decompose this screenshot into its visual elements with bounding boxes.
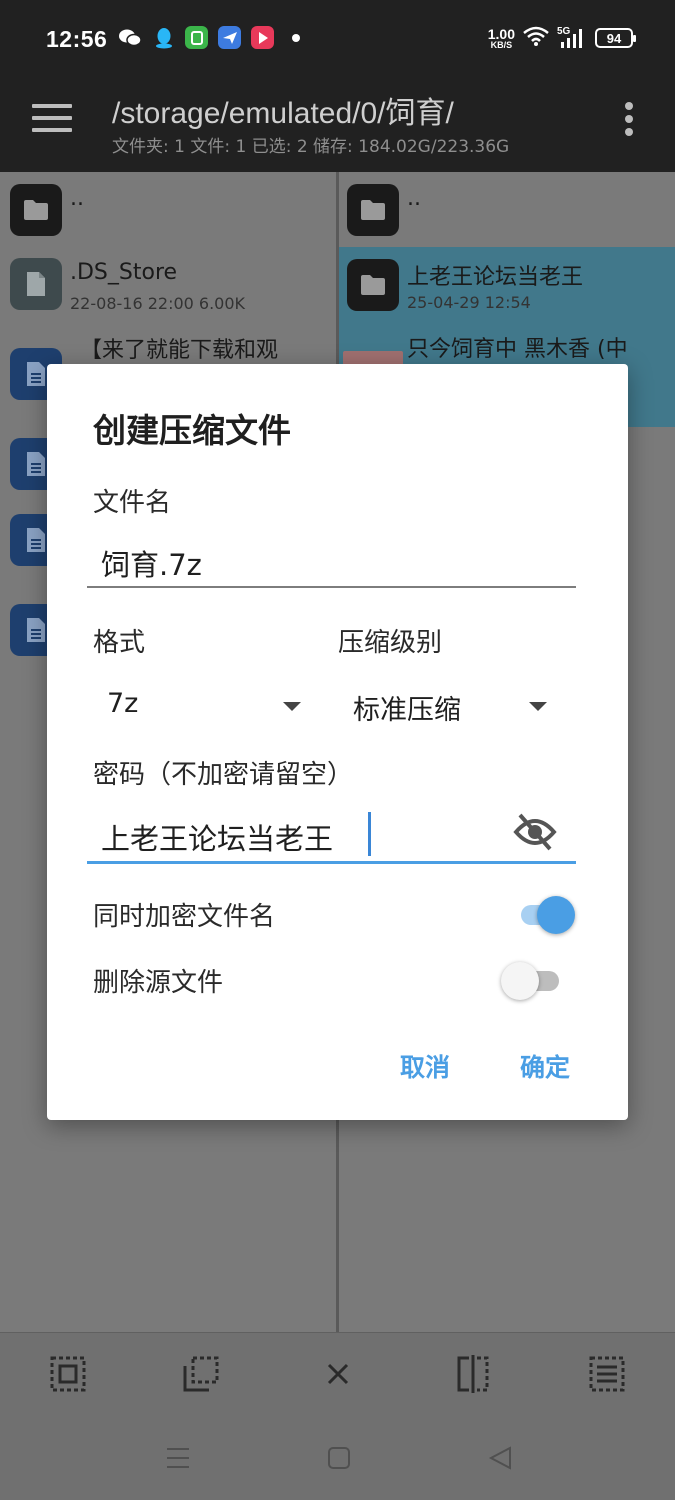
status-right: 1.00 KB/S 5G 94 bbox=[487, 25, 636, 50]
password-input[interactable]: 上老王论坛当老王 bbox=[101, 816, 333, 858]
folder-icon bbox=[10, 184, 62, 236]
folder-icon bbox=[347, 184, 399, 236]
dialog-title: 创建压缩文件 bbox=[93, 411, 291, 450]
file-icon bbox=[10, 258, 62, 310]
list-item-label: 【来了就能下载和观 bbox=[80, 338, 279, 363]
back-icon bbox=[488, 1446, 512, 1474]
list-item[interactable]: .DS_Store 22-08-16 22:00 6.00K bbox=[0, 244, 336, 324]
filename-underline bbox=[87, 586, 576, 588]
toggle-password-visibility-button[interactable] bbox=[513, 812, 561, 856]
menu-button[interactable] bbox=[32, 100, 72, 136]
filename-label: 文件名 bbox=[93, 488, 172, 518]
format-label: 格式 bbox=[93, 628, 146, 658]
wifi-icon bbox=[523, 26, 549, 50]
video-app-icon bbox=[251, 26, 274, 49]
select-all-icon bbox=[50, 1356, 86, 1396]
eye-off-icon bbox=[513, 813, 557, 856]
wechat-icon bbox=[118, 26, 142, 49]
chevron-down-icon bbox=[529, 702, 547, 711]
compression-level-label: 压缩级别 bbox=[338, 628, 443, 658]
cancel-button[interactable]: 取消 bbox=[400, 1048, 450, 1084]
list-select-button[interactable] bbox=[582, 1351, 632, 1401]
more-options-button[interactable] bbox=[624, 102, 634, 136]
encrypt-names-label: 同时加密文件名 bbox=[93, 902, 276, 932]
path-info: 文件夹: 1 文件: 1 已选: 2 储存: 184.02G/223.36G bbox=[112, 137, 510, 157]
filename-input[interactable]: 饲育.7z bbox=[101, 542, 202, 584]
invert-selection-button[interactable] bbox=[448, 1351, 498, 1401]
cell-signal-icon: 5G bbox=[557, 26, 587, 50]
list-item-label: .. bbox=[407, 186, 421, 211]
invert-selection-icon bbox=[455, 1354, 491, 1398]
battery-icon: 94 bbox=[595, 28, 636, 48]
list-item-label: 上老王论坛当老王 bbox=[407, 265, 584, 290]
qq-icon bbox=[152, 26, 175, 49]
close-icon bbox=[326, 1362, 350, 1390]
net-speed: 1.00 KB/S bbox=[487, 25, 515, 50]
status-time: 12:56 bbox=[46, 26, 108, 52]
list-item-label: .. bbox=[70, 186, 84, 211]
system-nav-bar bbox=[0, 1420, 675, 1500]
list-item-label: 只今饲育中 黑木香 (中 bbox=[407, 337, 628, 362]
delete-source-label: 删除源文件 bbox=[93, 968, 224, 998]
select-range-icon bbox=[183, 1356, 219, 1396]
confirm-button[interactable]: 确定 bbox=[520, 1048, 570, 1084]
list-item-meta: 25-04-29 12:54 bbox=[407, 293, 531, 312]
back-button[interactable] bbox=[480, 1440, 520, 1480]
home-button[interactable] bbox=[319, 1440, 359, 1480]
recents-icon bbox=[165, 1446, 191, 1474]
status-app-icons bbox=[118, 26, 300, 49]
notification-dot-icon bbox=[292, 33, 300, 42]
list-item-label: .DS_Store bbox=[70, 260, 178, 285]
current-path: /storage/emulated/0/饲育/ bbox=[112, 97, 454, 130]
recents-button[interactable] bbox=[158, 1440, 198, 1480]
folder-icon bbox=[347, 259, 399, 311]
compression-level-select[interactable]: 标准压缩 bbox=[333, 674, 573, 734]
encrypt-names-switch[interactable] bbox=[515, 894, 577, 934]
bird-app-icon bbox=[218, 26, 241, 49]
list-item-parent[interactable]: .. bbox=[339, 172, 675, 247]
green-app-icon bbox=[185, 26, 208, 49]
top-bar: 12:56 1.00 KB/S 5G 94 /storage/emulated/… bbox=[0, 0, 675, 172]
bottom-toolbar bbox=[0, 1332, 675, 1420]
select-range-button[interactable] bbox=[176, 1351, 226, 1401]
text-caret bbox=[368, 812, 371, 856]
password-label: 密码（不加密请留空） bbox=[93, 760, 354, 790]
home-icon bbox=[327, 1446, 351, 1474]
clear-selection-button[interactable] bbox=[313, 1351, 363, 1401]
list-select-icon bbox=[589, 1356, 625, 1396]
chevron-down-icon bbox=[283, 702, 301, 711]
select-all-button[interactable] bbox=[43, 1351, 93, 1401]
delete-source-switch[interactable] bbox=[501, 960, 563, 1000]
list-item-parent[interactable]: .. bbox=[0, 172, 336, 244]
list-item-meta: 22-08-16 22:00 6.00K bbox=[70, 294, 246, 313]
format-select[interactable]: 7z bbox=[87, 674, 317, 734]
password-underline bbox=[87, 861, 576, 864]
create-archive-dialog: 创建压缩文件 文件名 饲育.7z 格式 压缩级别 7z 标准压缩 密码（不加密请… bbox=[47, 364, 628, 1120]
